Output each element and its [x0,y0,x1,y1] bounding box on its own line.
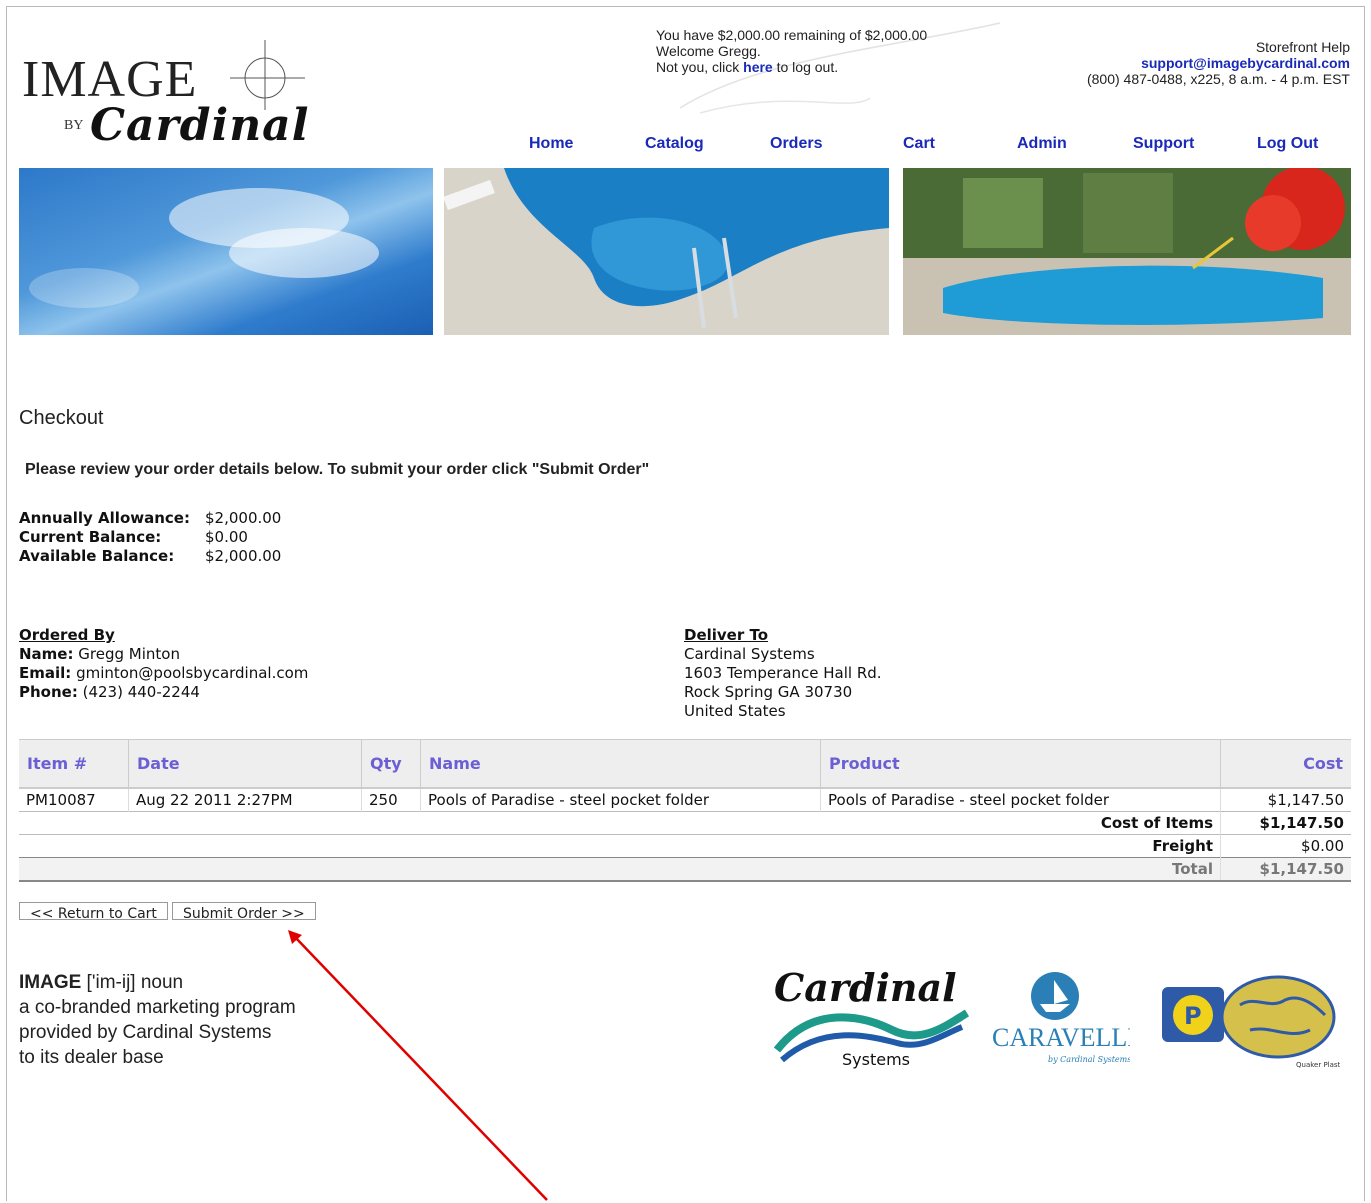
definition-pronunciation: ['im-ij] noun [81,972,184,993]
caravelle-logo-name: CARAVELLE [992,1023,1130,1052]
name-label: Name: [19,645,74,663]
return-to-cart-button[interactable]: << Return to Cart [19,902,168,922]
cell-name: Pools of Paradise - steel pocket folder [420,788,821,812]
available-balance-label: Available Balance: [19,547,175,565]
available-balance-value: $2,000.00 [205,547,282,565]
cell-date: Aug 22 2011 2:27PM [128,788,362,812]
support-phone: (800) 487-0488, x225, 8 a.m. - 4 p.m. ES… [1086,71,1350,87]
total-label: Total [19,857,1221,882]
order-items-table: Item # Date Qty Name Product Cost PM1008… [19,739,1351,882]
nav-home[interactable]: Home [529,135,573,153]
welcome-text: Welcome Gregg. [656,43,761,59]
support-email-link[interactable]: support@imagebycardinal.com [1087,55,1350,71]
logout-here-link[interactable]: here [743,59,773,75]
logout-prompt: Not you, click here to log out. [656,59,927,75]
banner-sky-image [19,168,433,335]
nav-catalog[interactable]: Catalog [645,135,704,153]
deliver-to-block: Deliver To Cardinal Systems 1603 Tempera… [684,626,882,721]
address-line: United States [684,702,786,720]
definition-line: to its dealer base [19,1047,164,1068]
col-product: Product [820,739,1221,789]
image-definition: IMAGE ['im-ij] noun a co-branded marketi… [19,970,296,1070]
logo-by-text: BY [64,118,84,133]
cardinal-logo-script: Cardinal [774,965,957,1010]
current-balance-label: Current Balance: [19,528,162,546]
banner-pool-flower-image [903,168,1351,335]
address-line: 1603 Temperance Hall Rd. [684,664,882,682]
account-info: You have $2,000.00 remaining of $2,000.0… [656,27,927,75]
definition-line: provided by Cardinal Systems [19,1022,272,1043]
freight-row: Freight $0.00 [19,834,1351,858]
nav-orders[interactable]: Orders [770,135,822,153]
storefront-help: Storefront Help support@imagebycardinal.… [1087,39,1350,87]
checkout-actions: << Return to Cart Submit Order >> [19,902,316,922]
ordered-by-block: Ordered By Name: Gregg Minton Email: gmi… [19,626,308,702]
definition-word: IMAGE [19,972,82,993]
image-by-cardinal-logo[interactable]: IMAGE BY Cardinal [22,40,322,160]
quaker-plastics-logo: P Quaker Plastics [1160,975,1350,1070]
freight-label: Freight [19,834,1221,858]
cell-cost: $1,147.50 [1220,788,1351,812]
col-date: Date [128,739,362,789]
cost-of-items-value: $1,147.50 [1220,811,1351,835]
address-line: Rock Spring GA 30730 [684,683,853,701]
cost-of-items-row: Cost of Items $1,147.50 [19,811,1351,835]
col-cost: Cost [1220,739,1351,789]
orderer-phone: (423) 440-2244 [82,683,200,701]
freight-value: $0.00 [1220,834,1351,858]
cardinal-logo-sub: Systems [842,1050,910,1069]
col-name: Name [420,739,821,789]
quaker-logo-name: Quaker Plastics [1296,1061,1340,1069]
table-header-row: Item # Date Qty Name Product Cost [19,739,1351,789]
total-value: $1,147.50 [1220,857,1351,882]
allowance-label: Annually Allowance: [19,509,190,527]
cost-of-items-label: Cost of Items [19,811,1221,835]
submit-order-button[interactable]: Submit Order >> [171,902,316,922]
logout-prefix: Not you, click [656,59,744,75]
caravelle-logo-sub: by Cardinal Systems [1048,1055,1130,1064]
definition-line: a co-branded marketing program [19,997,296,1018]
review-instructions: Please review your order details below. … [25,461,650,478]
cell-item-number: PM10087 [26,791,96,809]
ordered-by-heading: Ordered By [19,626,115,644]
banner-pool-ladder-image [444,168,889,335]
total-row: Total $1,147.50 [19,857,1351,882]
cardinal-systems-logo: Cardinal Systems [772,965,972,1070]
nav-logout[interactable]: Log Out [1257,135,1318,153]
col-qty: Qty [361,739,421,789]
orderer-email: gminton@poolsbycardinal.com [76,664,309,682]
nav-support[interactable]: Support [1133,135,1194,153]
email-label: Email: [19,664,72,682]
cell-product: Pools of Paradise - steel pocket folder [820,788,1221,812]
orderer-name: Gregg Minton [78,645,180,663]
allowance-summary: Annually Allowance: $2,000.00 Current Bal… [19,509,281,566]
nav-cart[interactable]: Cart [903,135,935,153]
allowance-value: $2,000.00 [205,509,282,527]
table-row: PM10087 Aug 22 2011 2:27PM 250 Pools of … [19,788,1351,812]
logout-suffix: to log out. [772,59,839,75]
page-title: Checkout [19,407,104,429]
nav-admin[interactable]: Admin [1017,135,1067,153]
main-nav: Home Catalog Orders Cart Admin Support L… [500,135,1350,155]
crosshair-icon [230,40,305,110]
address-line: Cardinal Systems [684,645,815,663]
cell-qty: 250 [361,788,421,812]
col-item-number: Item # [19,739,129,789]
caravelle-logo: CARAVELLE by Cardinal Systems [990,968,1143,1068]
deliver-to-heading: Deliver To [684,626,769,644]
balance-remaining-text: You have $2,000.00 remaining of $2,000.0… [656,27,928,43]
svg-text:P: P [1184,1002,1202,1030]
phone-label: Phone: [19,683,78,701]
current-balance-value: $0.00 [205,528,248,546]
help-title: Storefront Help [1255,39,1350,55]
